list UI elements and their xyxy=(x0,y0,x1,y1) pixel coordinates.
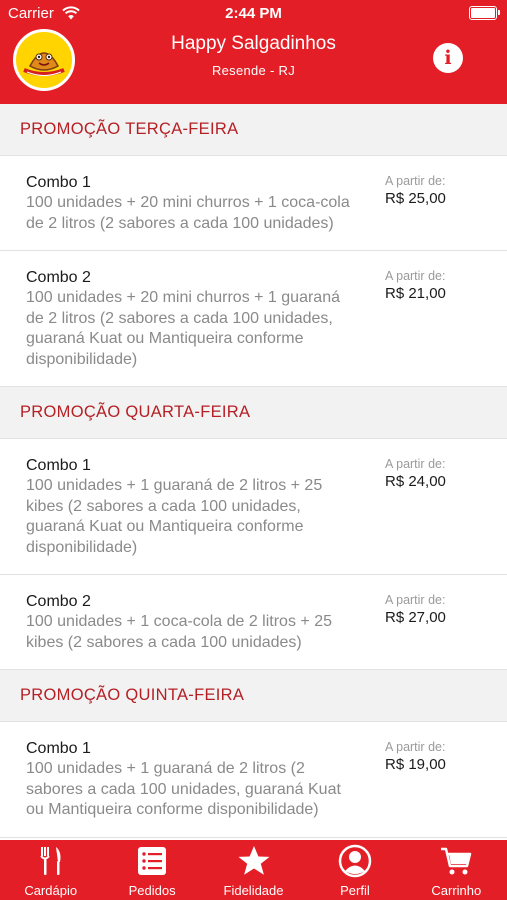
app-header: Carrier 2:44 PM Happy Salgadinhos Resend… xyxy=(0,0,507,104)
status-time: 2:44 PM xyxy=(225,5,282,22)
item-price: R$ 24,00 xyxy=(385,473,446,490)
status-bar: Carrier 2:44 PM xyxy=(0,0,507,28)
tab-pedidos[interactable]: Pedidos xyxy=(101,840,202,900)
item-description: 100 unidades + 1 coca-cola de 2 litros +… xyxy=(26,613,332,651)
price-block: A partir de: R$ 27,00 xyxy=(385,592,446,628)
star-icon xyxy=(238,846,270,875)
tab-cardapio[interactable]: Cardápio xyxy=(0,840,101,900)
menu-item[interactable]: Combo 2 100 unidades + 1 coca-cola de 2 … xyxy=(0,575,507,670)
section-header: PROMOÇÃO QUARTA-FEIRA xyxy=(0,387,507,439)
item-description: 100 unidades + 20 mini churros + 1 guara… xyxy=(26,289,340,368)
item-price: R$ 21,00 xyxy=(385,285,446,302)
item-description: 100 unidades + 20 mini churros + 1 coca-… xyxy=(26,194,350,232)
item-description: 100 unidades + 1 guaraná de 2 litros (2 … xyxy=(26,760,341,818)
price-block: A partir de: R$ 24,00 xyxy=(385,456,446,492)
tab-label: Perfil xyxy=(340,883,370,898)
cart-icon xyxy=(441,847,472,875)
price-block: A partir de: R$ 25,00 xyxy=(385,173,446,209)
app-title: Happy Salgadinhos xyxy=(171,33,336,54)
price-label: A partir de: xyxy=(385,457,446,471)
tab-perfil[interactable]: Perfil xyxy=(304,840,405,900)
price-label: A partir de: xyxy=(385,740,446,754)
tab-bar: Cardápio Pedidos Fidelidade Perfil Carri… xyxy=(0,840,507,900)
tab-carrinho[interactable]: Carrinho xyxy=(406,840,507,900)
item-description: 100 unidades + 1 guaraná de 2 litros + 2… xyxy=(26,477,323,556)
info-icon[interactable]: i xyxy=(433,43,463,73)
section-header: PROMOÇÃO TERÇA-FEIRA xyxy=(0,104,507,156)
price-block: A partir de: R$ 21,00 xyxy=(385,268,446,304)
user-icon xyxy=(338,844,372,878)
app-location: Resende - RJ xyxy=(211,63,296,78)
item-price: R$ 27,00 xyxy=(385,609,446,626)
price-label: A partir de: xyxy=(385,174,446,188)
menu-item[interactable]: Combo 2 100 unidades + 20 mini churros +… xyxy=(0,251,507,387)
tab-label: Carrinho xyxy=(431,883,482,898)
price-label: A partir de: xyxy=(385,269,446,283)
price-label: A partir de: xyxy=(385,593,446,607)
fork-knife-icon xyxy=(39,847,61,875)
section-header: PROMOÇÃO QUINTA-FEIRA xyxy=(0,670,507,722)
tab-fidelidade[interactable]: Fidelidade xyxy=(203,840,304,900)
battery-icon xyxy=(469,6,500,20)
item-price: R$ 25,00 xyxy=(385,190,446,207)
tab-label: Cardápio xyxy=(24,883,78,898)
tab-label: Pedidos xyxy=(128,883,176,898)
menu-item[interactable]: Combo 1 100 unidades + 20 mini churros +… xyxy=(0,156,507,251)
promo-list[interactable]: PROMOÇÃO TERÇA-FEIRA Combo 1 100 unidade… xyxy=(0,104,507,840)
list-icon xyxy=(138,847,167,875)
menu-item[interactable]: Combo 1 100 unidades + 1 guaraná de 2 li… xyxy=(0,439,507,575)
price-block: A partir de: R$ 19,00 xyxy=(385,739,446,775)
tab-label: Fidelidade xyxy=(223,883,284,898)
menu-item[interactable]: Combo 1 100 unidades + 1 guaraná de 2 li… xyxy=(0,722,507,838)
item-price: R$ 19,00 xyxy=(385,756,446,773)
